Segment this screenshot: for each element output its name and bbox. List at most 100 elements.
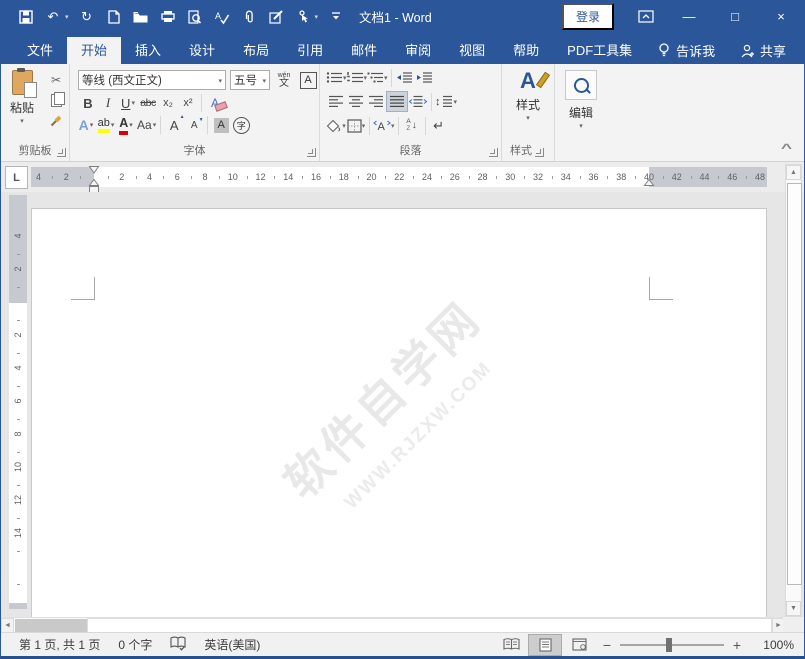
web-layout-button[interactable] [562, 634, 596, 656]
ribbon-tab[interactable]: 帮助 [499, 37, 553, 64]
text-effects-button[interactable]: A▾ [76, 115, 96, 135]
ribbon-tab[interactable]: PDF工具集 [553, 37, 646, 64]
phonetic-guide-button[interactable]: wén文 [274, 70, 294, 90]
multilevel-list-button[interactable]: ▾ [367, 68, 388, 87]
redo-icon[interactable]: ↻ [78, 8, 96, 26]
page-info[interactable]: 第 1 页, 共 1 页 [19, 636, 100, 653]
borders-button[interactable]: ▾ [346, 116, 366, 135]
scroll-left-icon[interactable]: ◄ [1, 618, 14, 633]
grow-font-button[interactable]: A [164, 115, 184, 135]
vertical-scrollbar-track[interactable] [786, 180, 801, 601]
ribbon-tab[interactable]: 视图 [445, 37, 499, 64]
tab-stop-selector[interactable]: L [5, 166, 28, 189]
ribbon-tab[interactable]: 文件 [13, 37, 67, 64]
zoom-slider-thumb[interactable] [666, 638, 672, 652]
language-status[interactable]: 英语(美国) [204, 636, 260, 653]
minimize-button[interactable]: — [666, 0, 712, 33]
login-button[interactable]: 登录 [562, 3, 614, 30]
ribbon-tab[interactable]: 布局 [229, 37, 283, 64]
shrink-font-button[interactable]: A [184, 115, 204, 135]
character-border-button[interactable]: A [298, 70, 318, 90]
word-count[interactable]: 0 个字 [118, 636, 152, 653]
tell-me-box[interactable]: 告诉我 [658, 37, 715, 64]
print-layout-button[interactable] [528, 634, 562, 656]
proofing-icon[interactable] [170, 636, 186, 653]
text-highlight-button[interactable]: ab▾ [96, 115, 116, 135]
edit-mode-icon[interactable] [267, 8, 285, 26]
copy-button[interactable] [47, 92, 65, 108]
styles-button[interactable]: A 样式 ▾ [502, 64, 554, 122]
character-shading-button[interactable]: A [211, 115, 231, 135]
clipboard-dialog-launcher[interactable] [57, 148, 66, 157]
first-line-indent-marker[interactable] [89, 166, 99, 174]
styles-dialog-launcher[interactable] [535, 148, 544, 157]
vertical-ruler[interactable]: 422468101214 [9, 195, 27, 609]
ribbon-tab[interactable]: 审阅 [391, 37, 445, 64]
print-preview-icon[interactable] [186, 8, 204, 26]
strikethrough-button[interactable]: abc [138, 93, 158, 113]
paragraph-dialog-launcher[interactable] [489, 148, 498, 157]
touch-mode-dropdown-icon[interactable]: ▾ [315, 13, 319, 21]
font-dialog-launcher[interactable] [307, 148, 316, 157]
zoom-in-button[interactable]: + [726, 637, 748, 653]
collapse-ribbon-icon[interactable]: ^ [781, 141, 792, 155]
attachment-icon[interactable] [240, 8, 258, 26]
ribbon-tab[interactable]: 开始 [67, 37, 121, 64]
enclose-characters-button[interactable]: 字 [231, 115, 251, 135]
horizontal-scrollbar[interactable]: ◄ ► [1, 617, 785, 633]
italic-button[interactable]: I [98, 93, 118, 113]
ribbon-display-options-icon[interactable] [626, 0, 666, 33]
character-scaling-button[interactable]: A▾ [373, 116, 395, 135]
decrease-indent-button[interactable] [395, 68, 415, 87]
shading-button[interactable]: ▾ [326, 116, 346, 135]
numbering-button[interactable]: ▾ [347, 68, 368, 87]
bold-button[interactable]: B [78, 93, 98, 113]
scroll-down-icon[interactable]: ▼ [786, 601, 801, 616]
ribbon-tab[interactable]: 引用 [283, 37, 337, 64]
superscript-button[interactable]: x² [178, 93, 198, 113]
font-name-combo[interactable]: 等线 (西文正文)▾ [78, 70, 226, 90]
print-icon[interactable] [159, 8, 177, 26]
zoom-out-button[interactable]: − [596, 637, 618, 653]
scroll-up-icon[interactable]: ▲ [786, 165, 801, 180]
zoom-slider-track[interactable] [620, 644, 724, 646]
undo-icon[interactable]: ↶ [44, 8, 62, 26]
underline-button[interactable]: U▾ [118, 93, 138, 113]
subscript-button[interactable]: x₂ [158, 93, 178, 113]
zoom-level[interactable]: 100% [748, 638, 794, 652]
read-mode-button[interactable] [494, 634, 528, 656]
ribbon-tab[interactable]: 设计 [175, 37, 229, 64]
justify-button[interactable] [386, 91, 408, 112]
align-left-button[interactable] [326, 92, 346, 111]
cut-button[interactable]: ✂ [47, 72, 65, 88]
touch-mode-icon[interactable] [294, 8, 312, 26]
bullets-button[interactable]: ▾ [326, 68, 347, 87]
clear-formatting-button[interactable]: A [205, 93, 225, 113]
format-painter-button[interactable] [47, 112, 65, 128]
vertical-scrollbar-thumb[interactable] [787, 183, 802, 585]
ribbon-tab[interactable]: 插入 [121, 37, 175, 64]
show-marks-button[interactable]: ↵ [429, 116, 449, 135]
save-icon[interactable] [17, 8, 35, 26]
editing-button[interactable]: 编辑 ▾ [555, 64, 607, 130]
ribbon-tab[interactable]: 邮件 [337, 37, 391, 64]
share-button[interactable]: 共享 [741, 37, 786, 64]
horizontal-scrollbar-thumb[interactable] [15, 619, 87, 632]
increase-indent-button[interactable] [415, 68, 435, 87]
right-indent-marker[interactable] [644, 179, 654, 187]
close-button[interactable]: × [758, 0, 804, 33]
customize-toolbar-icon[interactable] [327, 8, 345, 26]
new-document-icon[interactable] [105, 8, 123, 26]
sort-button[interactable]: AZ↓ [402, 116, 422, 135]
line-spacing-button[interactable]: ↕▾ [435, 92, 457, 111]
font-color-button[interactable]: A▾ [116, 115, 136, 135]
maximize-button[interactable]: □ [712, 0, 758, 33]
horizontal-ruler[interactable]: 4224681012141618202224262830323436384042… [31, 167, 767, 187]
document-page[interactable]: 软件自学网 WWW.RJZXW.COM [31, 208, 767, 628]
open-icon[interactable] [132, 8, 150, 26]
horizontal-scrollbar-track[interactable] [87, 618, 772, 633]
spelling-check-icon[interactable]: A [213, 8, 231, 26]
vertical-scrollbar[interactable]: ▲ ▼ [785, 164, 802, 617]
distributed-button[interactable] [408, 92, 428, 111]
paste-dropdown-icon[interactable]: ▾ [20, 117, 24, 125]
